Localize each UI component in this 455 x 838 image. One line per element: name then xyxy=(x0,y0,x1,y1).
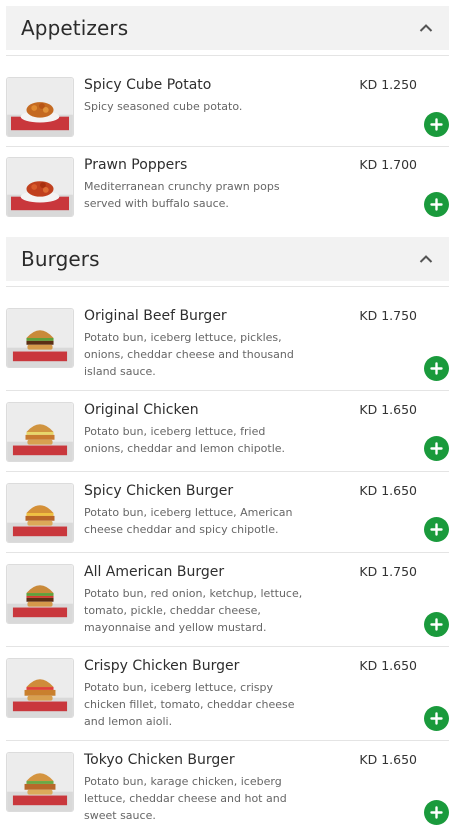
item-description: Mediterranean crunchy prawn pops served … xyxy=(84,178,306,212)
add-to-cart-button[interactable] xyxy=(424,517,449,542)
item-image xyxy=(6,402,74,462)
chevron-up-icon[interactable] xyxy=(417,19,435,37)
item-image xyxy=(6,658,74,718)
item-name: Crispy Chicken Burger xyxy=(84,658,239,674)
menu-item-spicy-cube-potato[interactable]: Spicy Cube Potato Spicy seasoned cube po… xyxy=(6,77,449,137)
item-name: Prawn Poppers xyxy=(84,157,187,173)
item-description: Spicy seasoned cube potato. xyxy=(84,98,306,115)
item-description: Potato bun, iceberg lettuce, American ch… xyxy=(84,504,306,538)
chevron-up-icon[interactable] xyxy=(417,250,435,268)
item-image xyxy=(6,483,74,543)
menu-item-original-beef-burger[interactable]: Original Beef Burger Potato bun, iceberg… xyxy=(6,308,449,378)
section-header-appetizers[interactable]: Appetizers xyxy=(6,6,449,50)
item-name: Tokyo Chicken Burger xyxy=(84,752,235,768)
item-name: Spicy Chicken Burger xyxy=(84,483,233,499)
add-to-cart-button[interactable] xyxy=(424,436,449,461)
divider xyxy=(6,55,449,56)
item-name: Original Beef Burger xyxy=(84,308,227,324)
item-description: Potato bun, red onion, ketchup, lettuce,… xyxy=(84,585,306,636)
section-title: Burgers xyxy=(21,247,100,271)
plus-icon xyxy=(430,806,443,819)
add-to-cart-button[interactable] xyxy=(424,192,449,217)
item-price: KD 1.650 xyxy=(359,658,417,673)
divider xyxy=(6,471,449,472)
item-description: Potato bun, iceberg lettuce, pickles, on… xyxy=(84,329,306,380)
divider xyxy=(6,552,449,553)
plus-icon xyxy=(430,712,443,725)
item-image xyxy=(6,752,74,812)
item-image xyxy=(6,564,74,624)
item-price: KD 1.750 xyxy=(359,564,417,579)
item-name: Spicy Cube Potato xyxy=(84,77,211,93)
menu-item-tokyo-chicken-burger[interactable]: Tokyo Chicken Burger Potato bun, karage … xyxy=(6,752,449,822)
plus-icon xyxy=(430,198,443,211)
add-to-cart-button[interactable] xyxy=(424,706,449,731)
add-to-cart-button[interactable] xyxy=(424,800,449,825)
item-description: Potato bun, iceberg lettuce, fried onion… xyxy=(84,423,306,457)
divider xyxy=(6,740,449,741)
menu-item-spicy-chicken-burger[interactable]: Spicy Chicken Burger Potato bun, iceberg… xyxy=(6,483,449,543)
plus-icon xyxy=(430,523,443,536)
divider xyxy=(6,390,449,391)
menu-item-prawn-poppers[interactable]: Prawn Poppers Mediterranean crunchy praw… xyxy=(6,157,449,217)
item-image xyxy=(6,308,74,368)
section-header-burgers[interactable]: Burgers xyxy=(6,237,449,281)
add-to-cart-button[interactable] xyxy=(424,356,449,381)
item-price: KD 1.250 xyxy=(359,77,417,92)
menu-item-all-american-burger[interactable]: All American Burger Potato bun, red onio… xyxy=(6,564,449,634)
add-to-cart-button[interactable] xyxy=(424,112,449,137)
divider xyxy=(6,286,449,287)
plus-icon xyxy=(430,118,443,131)
item-image xyxy=(6,157,74,217)
item-price: KD 1.650 xyxy=(359,483,417,498)
item-price: KD 1.650 xyxy=(359,752,417,767)
item-name: Original Chicken xyxy=(84,402,199,418)
item-price: KD 1.650 xyxy=(359,402,417,417)
item-price: KD 1.700 xyxy=(359,157,417,172)
menu-item-original-chicken[interactable]: Original Chicken Potato bun, iceberg let… xyxy=(6,402,449,462)
item-description: Potato bun, iceberg lettuce, crispy chic… xyxy=(84,679,306,730)
item-description: Potato bun, karage chicken, iceberg lett… xyxy=(84,773,306,824)
section-title: Appetizers xyxy=(21,16,128,40)
divider xyxy=(6,146,449,147)
item-image xyxy=(6,77,74,137)
plus-icon xyxy=(430,618,443,631)
plus-icon xyxy=(430,442,443,455)
divider xyxy=(6,646,449,647)
item-name: All American Burger xyxy=(84,564,224,580)
plus-icon xyxy=(430,362,443,375)
add-to-cart-button[interactable] xyxy=(424,612,449,637)
menu-item-crispy-chicken-burger[interactable]: Crispy Chicken Burger Potato bun, iceber… xyxy=(6,658,449,728)
item-price: KD 1.750 xyxy=(359,308,417,323)
